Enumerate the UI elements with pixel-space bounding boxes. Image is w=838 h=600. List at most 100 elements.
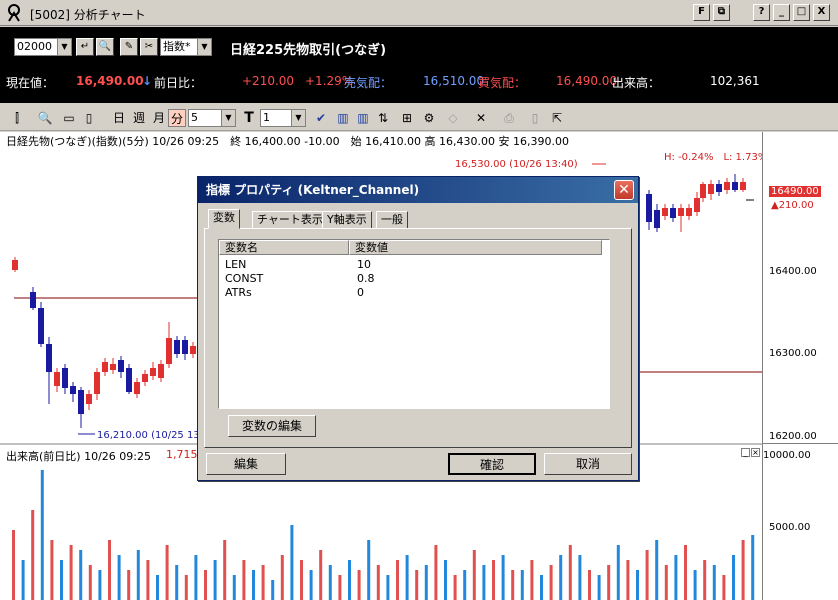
tab-variables[interactable]: 変数	[208, 209, 240, 229]
week-button[interactable]: 週	[130, 109, 148, 127]
volume-bar	[175, 565, 179, 600]
code-combo[interactable]: 02000 ▼	[14, 38, 72, 56]
zoom-icon[interactable]: 🔍	[36, 109, 54, 127]
chevron-down-icon[interactable]: ▼	[291, 110, 305, 126]
variable-value[interactable]: 0.8	[357, 272, 375, 285]
candle	[182, 340, 188, 354]
candle	[190, 346, 196, 354]
candle	[694, 198, 700, 212]
index-select[interactable]: 指数* ▼	[160, 38, 212, 56]
variable-name[interactable]: CONST	[225, 272, 263, 285]
sort-arrows-icon[interactable]: ⇅	[374, 109, 392, 127]
tab-y-axis[interactable]: Y軸表示	[322, 211, 372, 229]
price-axis: 16490.00 ▲210.00 16400.00 16300.00 16200…	[741, 132, 838, 600]
page-icon[interactable]: ▯	[80, 109, 98, 127]
volume-bar	[415, 570, 419, 600]
minimize-pane-icon[interactable]: _	[741, 448, 750, 457]
volume-bar	[376, 565, 380, 600]
bar-chart-icon[interactable]: ▥	[334, 109, 352, 127]
variables-list[interactable]: 変数名 変数値 LEN 10 CONST 0.8 ATRs 0	[218, 239, 610, 409]
volume-label: 出来高：	[612, 76, 661, 90]
volume-bar	[290, 525, 294, 600]
minute-button[interactable]: 分	[168, 109, 186, 127]
close-button[interactable]: X	[813, 4, 830, 21]
search-icon[interactable]: 🔍	[96, 38, 114, 56]
chevron-down-icon[interactable]: ▼	[57, 39, 71, 55]
close-icon[interactable]: ✕	[472, 109, 490, 127]
candle	[46, 344, 52, 372]
column-header-value[interactable]: 変数値	[349, 240, 602, 255]
edit-variables-button[interactable]: 変数の編集	[228, 415, 316, 437]
copy-icon[interactable]: ⧉	[713, 4, 730, 21]
dialog-close-button[interactable]: ✕	[614, 180, 634, 200]
variable-value[interactable]: 10	[357, 258, 371, 271]
dialog-title: 指標 プロパティ (Keltner_Channel)	[198, 177, 638, 203]
grid-icon[interactable]: ⊞	[398, 109, 416, 127]
minimize-button[interactable]: _	[773, 4, 790, 21]
volume-bar	[501, 555, 505, 600]
close-pane-icon[interactable]: ×	[751, 448, 760, 457]
maximize-button[interactable]: □	[793, 4, 810, 21]
t-value-select[interactable]: 1 ▼	[260, 109, 306, 127]
t-button[interactable]: T	[240, 109, 258, 127]
export-icon[interactable]: ⇱	[548, 109, 566, 127]
help-button[interactable]: ?	[753, 4, 770, 21]
eraser-icon[interactable]: ◇	[444, 109, 462, 127]
candle	[134, 382, 140, 394]
volume-bar	[396, 560, 399, 600]
print-icon[interactable]: ⎙	[500, 109, 518, 127]
volume-value: 102,361	[710, 74, 760, 88]
volume-bar	[40, 470, 44, 600]
column-header-name[interactable]: 変数名	[219, 240, 349, 255]
enter-icon[interactable]: ↵	[76, 38, 94, 56]
candle	[110, 364, 116, 370]
month-button[interactable]: 月	[150, 109, 168, 127]
candle	[70, 386, 76, 394]
volume-bar	[568, 545, 572, 600]
app-logo-icon	[8, 4, 20, 22]
filter-icon[interactable]: ✂	[140, 38, 158, 56]
chevron-down-icon[interactable]: ▼	[197, 39, 211, 55]
interval-select[interactable]: 5 ▼	[188, 109, 236, 127]
volume-bar	[482, 565, 486, 600]
change-value: +210.00	[242, 74, 295, 88]
chevron-down-icon[interactable]: ▼	[221, 110, 235, 126]
day-button[interactable]: 日	[110, 109, 128, 127]
volume-bar	[712, 565, 716, 600]
tab-general[interactable]: 一般	[376, 211, 408, 229]
f-button[interactable]: F	[693, 4, 710, 21]
variable-name[interactable]: LEN	[225, 258, 246, 271]
bar-chart-icon[interactable]: ▥	[354, 109, 372, 127]
ok-button[interactable]: 確認	[448, 453, 536, 475]
title-bar: [5002] 分析チャート F ⧉ ? _ □ X	[0, 0, 838, 26]
volume-bar	[655, 540, 659, 600]
down-arrow-icon: ↓	[142, 74, 153, 88]
candle	[740, 182, 746, 190]
volume-bar	[664, 565, 668, 600]
candle-icon[interactable]: ⫿	[8, 109, 26, 127]
quote-panel: 02000 ▼ ↵ 🔍 ✎ ✂ 指数* ▼ 日経225先物取引(つなぎ) 現在値： …	[0, 27, 838, 103]
cancel-button[interactable]: 取消	[544, 453, 632, 475]
candle	[686, 208, 692, 216]
volume-bar	[232, 575, 236, 600]
chart-toolbar: ⫿ 🔍 ▭ ▯ 日 週 月 分 5 ▼ T 1 ▼ ✔ ▥ ▥ ⇅ ⊞ ⚙ ◇ ✕ …	[0, 105, 838, 131]
current-price-value: 16,490.00	[76, 74, 144, 88]
t-value: 1	[263, 111, 270, 124]
volume-bar	[386, 575, 390, 600]
volume-bar	[184, 575, 188, 600]
variable-name[interactable]: ATRs	[225, 286, 252, 299]
check-icon[interactable]: ✔	[312, 109, 330, 127]
volume-bar	[165, 545, 169, 600]
volume-bar	[559, 555, 563, 600]
volume-bar	[444, 560, 447, 600]
settings-icon[interactable]: ⚙	[420, 109, 438, 127]
page-icon[interactable]: ▯	[526, 109, 544, 127]
edit-button[interactable]: 編集	[206, 453, 286, 475]
price-change-tag: ▲210.00	[771, 200, 814, 211]
variable-value[interactable]: 0	[357, 286, 364, 299]
candle	[118, 360, 124, 372]
tab-chart-display[interactable]: チャート表示	[252, 211, 328, 229]
edit-icon[interactable]: ✎	[120, 38, 138, 56]
volume-bar	[741, 540, 745, 600]
page-icon[interactable]: ▭	[60, 109, 78, 127]
